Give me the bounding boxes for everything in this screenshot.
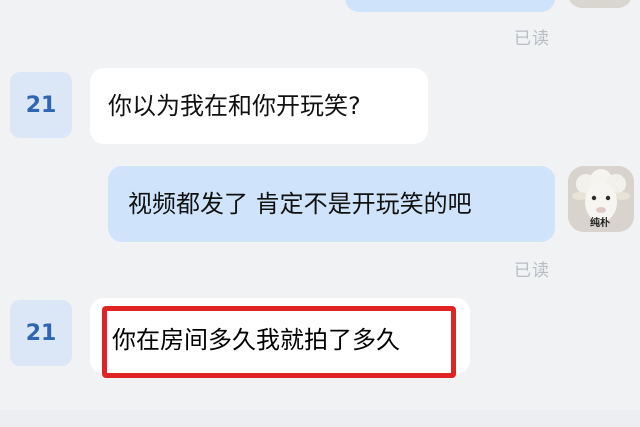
bottom-strip: [0, 410, 640, 427]
sender-avatar[interactable]: 21: [10, 72, 72, 138]
sheep-avatar-icon[interactable]: [568, 0, 632, 8]
message-text: 你以为我在和你开玩笑?: [108, 92, 361, 120]
avatar-caption: 纯朴: [590, 218, 610, 229]
sheep-avatar-icon[interactable]: 纯朴: [568, 166, 634, 232]
message-text: 你在房间多久我就拍了多久: [112, 326, 400, 354]
read-status: 已读: [514, 261, 550, 281]
sender-avatar-label: 21: [25, 320, 57, 346]
message-text: 视频都发了 肯定不是开玩笑的吧: [128, 190, 472, 218]
outgoing-bubble[interactable]: 视频都发了 肯定不是开玩笑的吧: [108, 166, 555, 242]
read-status: 已读: [514, 29, 550, 49]
outgoing-bubble-top[interactable]: [345, 0, 555, 12]
sender-avatar[interactable]: 21: [10, 300, 72, 366]
sender-avatar-label: 21: [25, 92, 57, 118]
incoming-bubble[interactable]: 你以为我在和你开玩笑?: [90, 68, 428, 144]
